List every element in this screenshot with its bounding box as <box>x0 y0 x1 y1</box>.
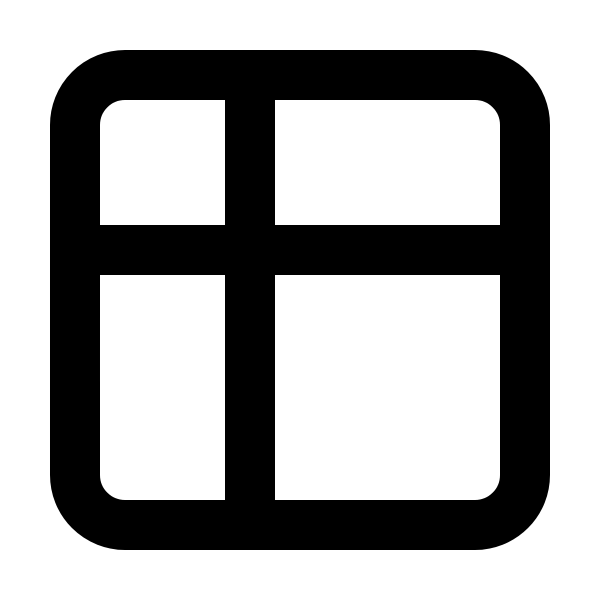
icon-outer-frame <box>50 50 550 550</box>
icon-canvas <box>0 0 600 600</box>
table-layout-icon <box>50 50 550 550</box>
